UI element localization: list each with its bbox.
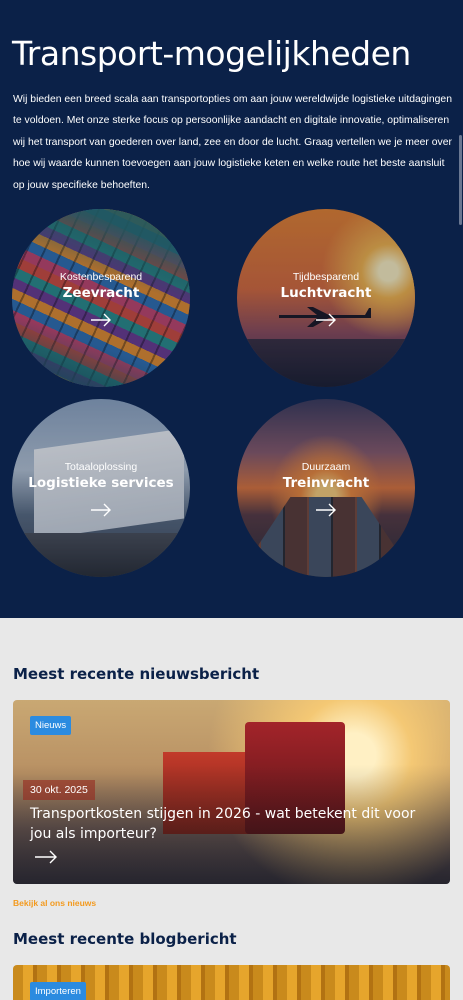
option-title: Treinvracht <box>282 475 370 491</box>
option-subtitle: Tijdbesparend <box>292 271 360 283</box>
news-title: Transportkosten stijgen in 2026 - wat be… <box>30 806 416 842</box>
option-logistieke-services[interactable]: Totaaloplossing Logistieke services <box>12 399 190 577</box>
arrow-right-icon <box>316 503 336 517</box>
blog-card[interactable]: Importeren <box>13 965 450 1000</box>
page-title: Transport-mogelijkheden <box>12 34 411 73</box>
option-zeevracht[interactable]: Kostenbesparend Zeevracht <box>12 209 190 387</box>
category-tag: Importeren <box>30 982 86 1000</box>
option-title: Luchtvracht <box>280 285 372 301</box>
option-subtitle: Totaaloplossing <box>64 461 138 473</box>
all-news-link[interactable]: Bekijk al ons nieuws <box>13 898 96 908</box>
transport-section: Transport-mogelijkheden Wij bieden een b… <box>0 0 463 618</box>
option-luchtvracht[interactable]: Tijdbesparend Luchtvracht <box>237 209 415 387</box>
scrollbar-thumb[interactable] <box>459 135 462 225</box>
option-title: Logistieke services <box>28 475 174 491</box>
arrow-right-icon <box>91 503 111 517</box>
arrow-right-icon <box>35 850 57 864</box>
option-title: Zeevracht <box>62 285 140 301</box>
option-treinvracht[interactable]: Duurzaam Treinvracht <box>237 399 415 577</box>
arrow-right-icon <box>91 313 111 327</box>
option-subtitle: Duurzaam <box>301 461 351 473</box>
date-badge: 30 okt. 2025 <box>23 780 95 800</box>
intro-text: Wij bieden een breed scala aan transport… <box>13 94 452 191</box>
arrow-right-icon <box>316 313 336 327</box>
news-card[interactable]: Nieuws 30 okt. 2025 Transportkosten stij… <box>13 700 450 884</box>
category-tag: Nieuws <box>30 716 72 735</box>
option-subtitle: Kostenbesparend <box>59 271 143 283</box>
blog-heading: Meest recente blogbericht <box>13 930 237 948</box>
scrollbar[interactable] <box>457 0 463 618</box>
news-heading: Meest recente nieuwsbericht <box>13 665 260 683</box>
news-section: Meest recente nieuwsbericht Nieuws 30 ok… <box>0 618 463 1000</box>
